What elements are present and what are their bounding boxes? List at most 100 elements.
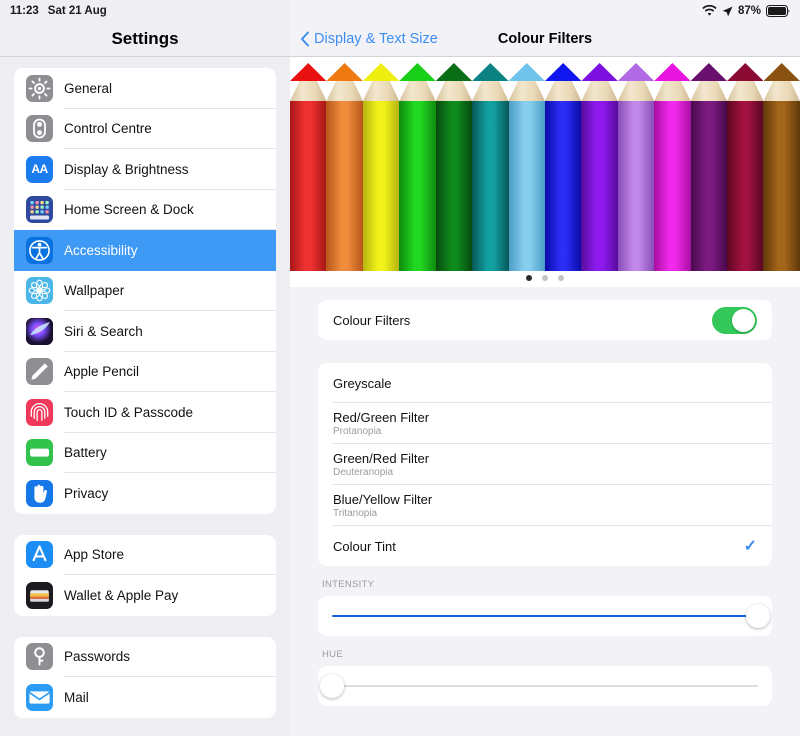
pencil-row <box>290 63 800 271</box>
colour-filters-toggle-row[interactable]: Colour Filters <box>318 300 772 340</box>
pencil-tip <box>763 63 800 101</box>
pencil-barrel <box>290 101 327 271</box>
sidebar-item-siri-search[interactable]: Siri & Search <box>14 311 276 352</box>
pencil-lead <box>362 63 400 81</box>
pencil-tip <box>362 63 400 101</box>
pencil-lead <box>544 63 582 81</box>
back-button-label: Display & Text Size <box>314 31 438 47</box>
filter-option-green-red-filter[interactable]: Green/Red Filter Deuteranopia <box>318 444 772 485</box>
sidebar-item-label: App Store <box>64 547 125 563</box>
sidebar-group: Passwords Mail <box>14 636 276 718</box>
hue-slider-label: HUE <box>322 649 343 660</box>
sidebar-item-battery[interactable]: Battery <box>14 433 276 473</box>
colour-filters-pane: 87% Display & Text Size Colour Filters C… <box>290 0 800 736</box>
page-dots[interactable] <box>290 275 800 281</box>
sidebar-item-label: Display & Brightness <box>64 161 189 177</box>
colour-filters-toggle-label: Colour Filters <box>333 312 411 328</box>
pencil-tip <box>399 63 436 101</box>
sidebar-item-wallpaper[interactable]: Wallpaper <box>14 271 276 311</box>
sidebar-group: App Store Wallet & Apple Pay <box>14 534 276 616</box>
pencil-barrel <box>690 101 728 271</box>
intensity-slider[interactable] <box>318 596 772 636</box>
pencil-barrel <box>435 101 473 271</box>
pencil <box>581 63 618 271</box>
hand-icon <box>26 479 53 507</box>
sidebar-item-touch-id-passcode[interactable]: Touch ID & Passcode <box>14 392 276 433</box>
pencil <box>362 63 400 271</box>
wifi-icon <box>702 5 717 17</box>
sidebar-item-mail[interactable]: Mail <box>14 677 276 718</box>
sidebar-item-app-store[interactable]: App Store <box>14 535 276 575</box>
sidebar-group: General Control Centre AA Display & Brightn… <box>14 68 276 514</box>
filter-option-greyscale[interactable]: Greyscale <box>318 363 772 403</box>
colour-filters-toggle-card: Colour Filters <box>318 300 772 340</box>
slider-track[interactable] <box>320 674 758 698</box>
sidebar-item-home-screen-dock[interactable]: Home Screen & Dock <box>14 190 276 230</box>
slider-track[interactable] <box>332 604 770 628</box>
slider-knob[interactable] <box>320 674 344 698</box>
filter-option-blue-yellow-filter[interactable]: Blue/Yellow Filter Tritanopia <box>318 485 772 526</box>
slider-fill <box>332 614 758 618</box>
pencil-tip <box>290 63 327 101</box>
page-dot[interactable] <box>542 275 548 281</box>
sidebar-item-label: Mail <box>64 689 89 705</box>
colour-filters-toggle[interactable] <box>712 306 757 334</box>
flower-icon <box>26 277 53 305</box>
pencil-lead <box>508 63 545 81</box>
colour-pencils-preview[interactable] <box>290 57 800 287</box>
sidebar-item-label: Control Centre <box>64 121 152 137</box>
filter-option-red-green-filter[interactable]: Red/Green Filter Protanopia <box>318 403 772 444</box>
sidebar-item-label: Accessibility <box>64 242 138 258</box>
filter-option-label: Green/Red Filter <box>333 451 430 466</box>
hue-slider[interactable] <box>318 666 772 706</box>
sidebar-item-privacy[interactable]: Privacy <box>14 473 276 514</box>
filter-option-label: Red/Green Filter <box>333 410 430 425</box>
status-bar-right: 87% <box>290 0 800 22</box>
sidebar-item-label: Battery <box>64 445 107 461</box>
page-dot[interactable] <box>558 275 564 281</box>
filter-option-label: Greyscale <box>333 375 392 391</box>
sidebar-item-wallet-apple-pay[interactable]: Wallet & Apple Pay <box>14 575 276 616</box>
sidebar-item-passwords[interactable]: Passwords <box>14 637 276 677</box>
pencil-lead <box>290 63 327 81</box>
filter-option-label: Colour Tint <box>333 538 396 554</box>
status-bar-date: Sat 21 Aug <box>47 5 107 17</box>
pencil-lead <box>617 63 655 81</box>
fingerprint-icon <box>26 398 53 426</box>
pencil <box>326 63 363 271</box>
filter-option-colour-tint[interactable]: Colour Tint ✓ <box>318 526 772 566</box>
filter-options-card[interactable]: Greyscale Red/Green Filter Protanopia Green… <box>318 363 772 566</box>
pencil-tip <box>544 63 582 101</box>
sidebar-item-apple-pencil[interactable]: Apple Pencil <box>14 352 276 392</box>
sidebar-item-label: Siri & Search <box>64 323 143 339</box>
filter-option-sublabel: Protanopia <box>333 426 382 437</box>
accessibility-person-icon <box>26 236 53 264</box>
pencil-barrel <box>508 101 545 271</box>
pencil-lead <box>654 63 691 81</box>
pencil <box>472 63 509 271</box>
page-dot[interactable] <box>526 275 532 281</box>
pencil-tip <box>508 63 545 101</box>
slider-knob[interactable] <box>746 604 770 628</box>
intensity-slider-label: INTENSITY <box>322 579 375 590</box>
wallet-icon <box>26 581 53 609</box>
pencil-barrel <box>581 101 618 271</box>
pencil <box>763 63 800 271</box>
battery-percent: 87% <box>737 5 761 17</box>
sidebar-item-general[interactable]: General <box>14 68 276 109</box>
sidebar-item-control-centre[interactable]: Control Centre <box>14 109 276 149</box>
sidebar-item-display-brightness[interactable]: AA Display & Brightness <box>14 149 276 190</box>
toggle-knob <box>732 308 755 332</box>
pencil <box>654 63 691 271</box>
pencil <box>544 63 582 271</box>
pencil-lead <box>326 63 363 81</box>
pencil-tip <box>617 63 655 101</box>
sidebar-item-accessibility[interactable]: Accessibility <box>14 230 276 271</box>
settings-sidebar: 11:23 Sat 21 Aug Settings General Control… <box>0 0 290 736</box>
siri-orb-icon <box>26 317 53 345</box>
back-button[interactable]: Display & Text Size <box>290 31 438 47</box>
sidebar-item-label: Touch ID & Passcode <box>64 404 194 420</box>
sidebar-list[interactable]: General Control Centre AA Display & Brightn… <box>0 57 290 736</box>
pencil-barrel <box>399 101 436 271</box>
sidebar-item-label: General <box>64 80 113 96</box>
